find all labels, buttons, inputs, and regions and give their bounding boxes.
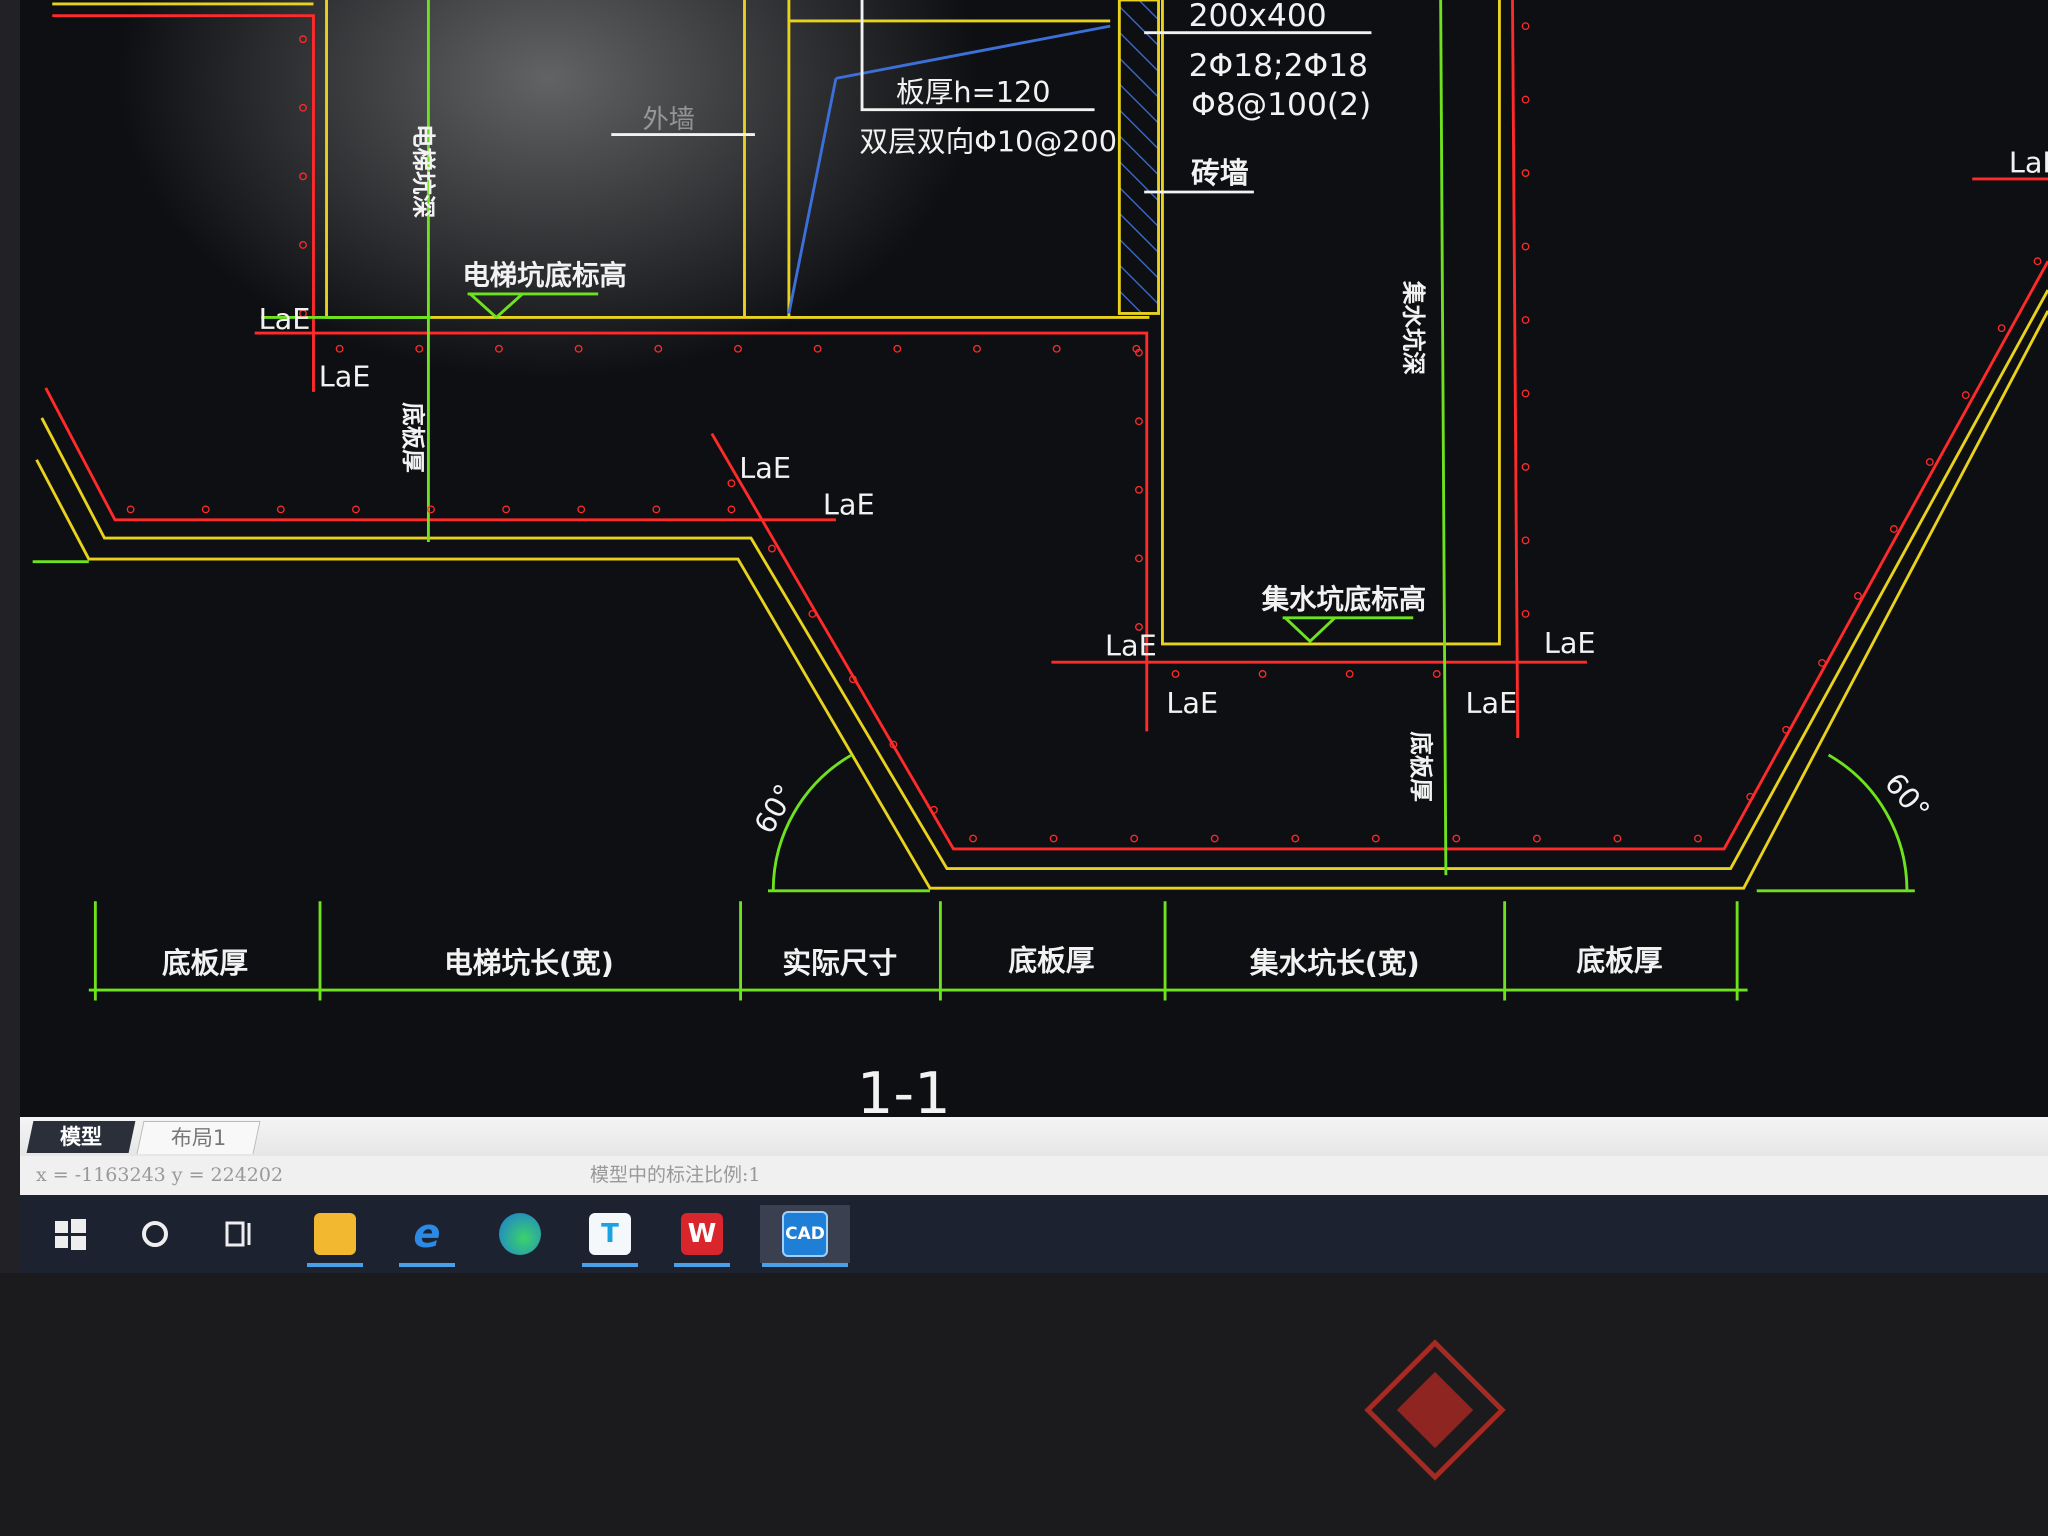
status-bar: x = -1163243 y = 224202 模型中的标注比例:1 — [20, 1156, 2048, 1195]
beam-rebar-label: 2Φ18;2Φ18 — [1189, 48, 1368, 84]
sump-pit-depth-label: 集水坑深 — [1399, 280, 1427, 375]
wps-icon: W — [681, 1213, 723, 1255]
slab-thickness-label: 板厚h=120 — [896, 75, 1051, 109]
dimension-label: 底板厚 — [1008, 943, 1094, 977]
task-view-icon — [225, 1221, 251, 1247]
internet-explorer-button[interactable]: e — [397, 1205, 457, 1267]
dimension-label: 底板厚 — [162, 946, 248, 980]
lae-label: LaE — [259, 302, 311, 336]
taskbar: e T W CAD — [20, 1195, 2048, 1273]
t-app-button[interactable]: T — [580, 1205, 640, 1267]
cad-button[interactable]: CAD — [760, 1205, 850, 1267]
lae-label: LaE — [319, 360, 371, 394]
elevator-pit-bottom-label: 电梯坑底标高 — [462, 260, 626, 292]
cad-icon: CAD — [782, 1211, 828, 1257]
lae-label: LaE — [739, 451, 791, 485]
cursor-coordinates: x = -1163243 y = 224202 — [36, 1164, 284, 1186]
ie-icon: e — [413, 1211, 441, 1257]
tab-layout1[interactable]: 布局1 — [136, 1121, 261, 1154]
cad-drawing-canvas[interactable]: 200x400 2Φ18;2Φ18 Φ8@100(2) 板厚h=120 双层双向… — [0, 0, 2048, 1536]
beam-stirrup-label: Φ8@100(2) — [1191, 87, 1371, 123]
slab-thick-vertical-1: 底板厚 — [399, 402, 427, 473]
folder-icon — [314, 1213, 356, 1255]
edge-button[interactable] — [490, 1205, 550, 1263]
tab-model[interactable]: 模型 — [26, 1121, 136, 1153]
beam-size-label: 200x400 — [1189, 0, 1327, 34]
file-explorer-button[interactable] — [305, 1205, 365, 1267]
search-circle-icon — [142, 1221, 168, 1247]
dimension-label: 集水坑长(宽) — [1249, 946, 1420, 980]
faded-label: 外墙 — [643, 105, 695, 135]
t-app-icon: T — [589, 1213, 631, 1255]
wps-button[interactable]: W — [672, 1205, 732, 1267]
monitor-bezel-left — [0, 0, 20, 1273]
annotation-scale[interactable]: 模型中的标注比例:1 — [590, 1156, 761, 1195]
dimension-label: 实际尺寸 — [782, 946, 897, 980]
lae-label: LaE — [1465, 686, 1517, 720]
lae-label: LaE — [1544, 626, 1596, 660]
task-view-button[interactable] — [210, 1205, 270, 1263]
dimension-label: 底板厚 — [1577, 943, 1663, 977]
lae-label: LaE — [1105, 629, 1157, 663]
lae-label: LaE — [1166, 686, 1218, 720]
search-button[interactable] — [125, 1205, 185, 1263]
lae-label: LaE — [2009, 145, 2048, 179]
sump-pit-bottom-label: 集水坑底标高 — [1261, 584, 1426, 616]
layout-tab-bar: 模型 布局1 — [20, 1117, 2048, 1156]
start-button[interactable] — [40, 1205, 100, 1263]
dimension-label: 电梯坑长(宽) — [444, 946, 614, 980]
brick-wall-label: 砖墙 — [1191, 156, 1248, 190]
slab-rebar-label: 双层双向Φ10@200 — [859, 125, 1117, 159]
slab-thick-vertical-2: 底板厚 — [1407, 731, 1435, 802]
elevator-pit-depth-label: 电梯坑深 — [409, 124, 437, 218]
lae-label: LaE — [823, 488, 875, 522]
edge-icon — [499, 1213, 541, 1255]
windows-icon — [55, 1219, 86, 1250]
